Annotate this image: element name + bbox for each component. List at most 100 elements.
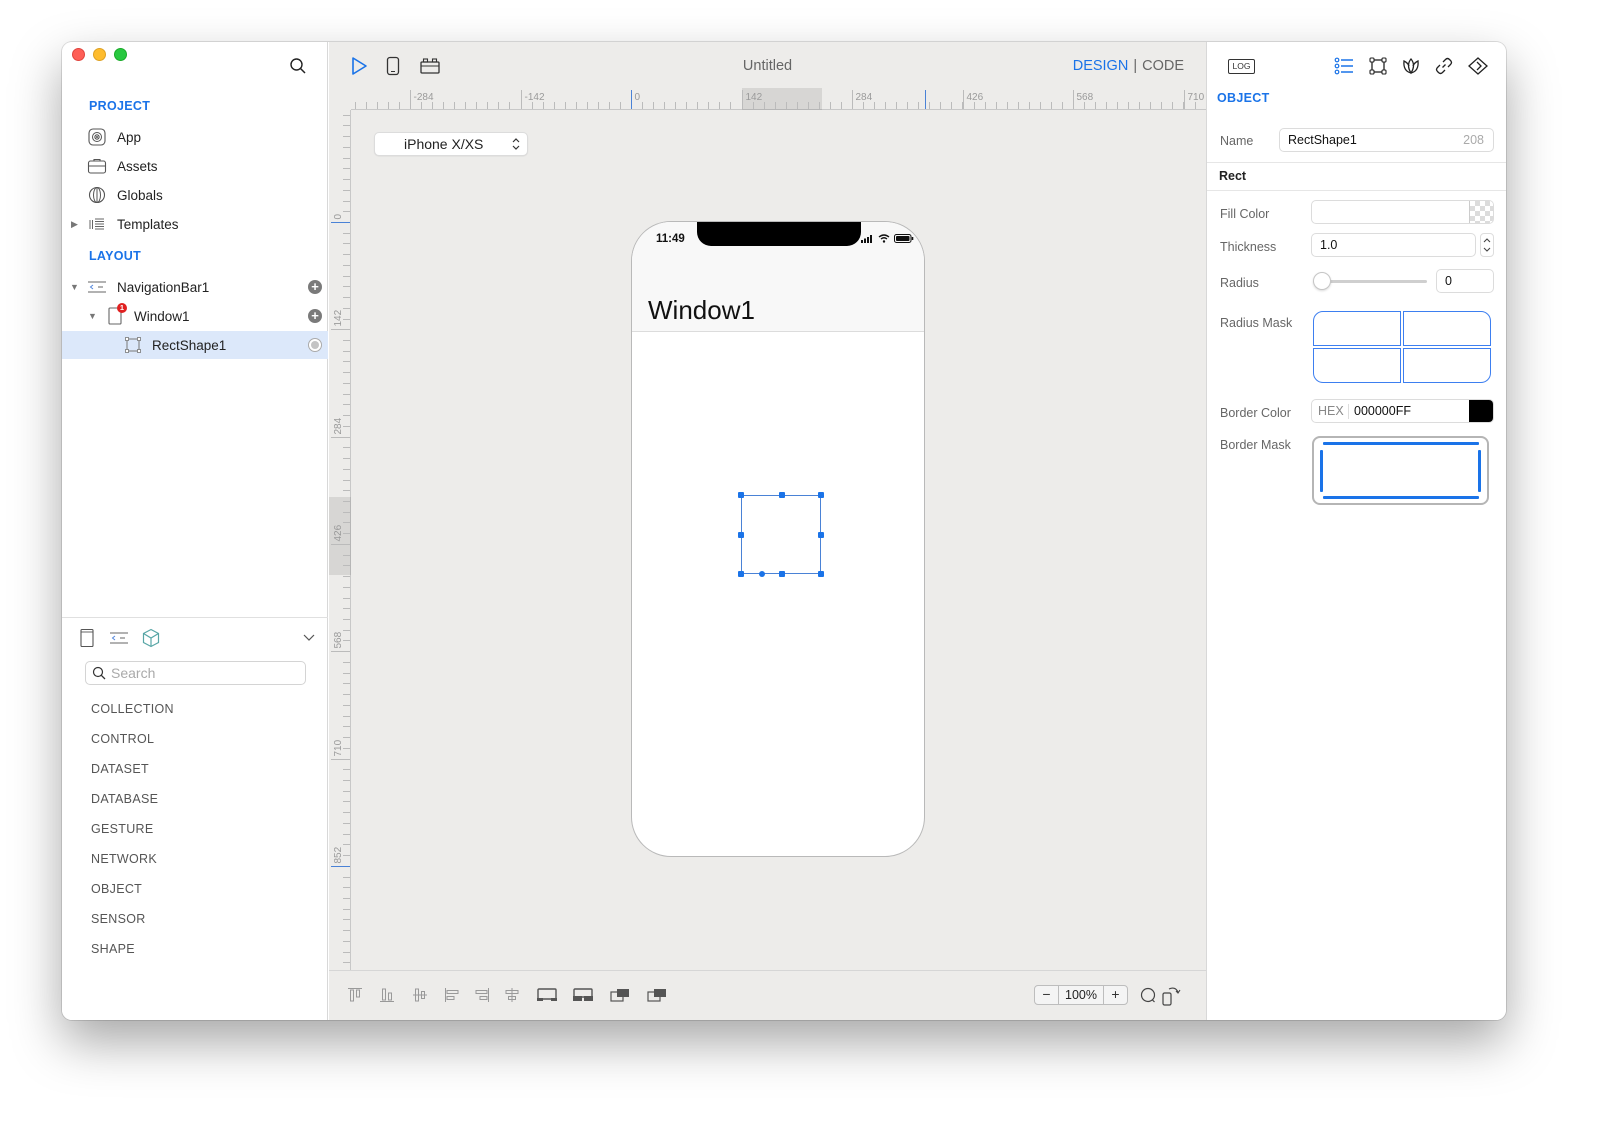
resize-handle-left[interactable] [738,532,744,538]
zoom-in-button[interactable]: + [1104,986,1127,1004]
border-mask-bottom[interactable] [1323,496,1479,499]
border-color-input[interactable] [1354,404,1464,418]
align-right-button[interactable] [472,985,492,1005]
color-format-label[interactable]: HEX [1318,404,1344,418]
close-window-button[interactable] [72,48,85,61]
thickness-field[interactable] [1311,233,1476,257]
search-icon [290,58,306,74]
resize-handle-top-left[interactable] [738,492,744,498]
inspector-tab-frame[interactable] [1367,55,1389,77]
sidebar-search-button[interactable] [288,56,308,76]
library-category-collection[interactable]: COLLECTION [91,702,174,716]
name-field[interactable]: 208 [1279,128,1494,152]
fill-color-swatch[interactable] [1469,201,1493,223]
code-mode-button[interactable]: CODE [1142,58,1184,74]
thickness-input[interactable] [1320,238,1475,252]
ruler-label: 568 [1077,92,1094,103]
send-to-back-button[interactable] [645,985,669,1005]
bring-to-front-button[interactable] [571,985,595,1005]
sidebar-item-globals[interactable]: Globals [62,181,328,209]
zoom-window-button[interactable] [114,48,127,61]
sidebar-item-label: App [117,129,142,145]
library-category-control[interactable]: CONTROL [91,732,154,746]
radius-mask-bottom-left[interactable] [1313,348,1401,383]
briefcase-icon [87,156,107,176]
log-button[interactable]: LOG [1228,59,1255,74]
horizontal-ruler[interactable]: -284 -142 0 142 284 426 568 710 [300,88,1207,110]
border-mask-top[interactable] [1323,442,1479,445]
align-top-button[interactable] [345,985,365,1005]
layout-item-label: NavigationBar1 [117,279,210,295]
resize-handle-bottom-right[interactable] [818,571,824,577]
layout-item-navigationbar1[interactable]: ▼ NavigationBar1 + [62,273,328,301]
run-button[interactable] [348,55,370,77]
add-child-button[interactable]: + [308,309,322,323]
resize-handle-top-right[interactable] [818,492,824,498]
inspector-tab-style[interactable] [1400,55,1422,77]
sidebar-item-templates[interactable]: ▶ Templates [62,210,328,238]
library-category-database[interactable]: DATABASE [91,792,158,806]
radius-handle[interactable] [759,571,765,577]
inspector-tab-events[interactable] [1467,55,1489,77]
inspector-tab-properties[interactable] [1333,55,1355,77]
border-color-field[interactable]: HEX [1311,399,1494,423]
library-tab-objects[interactable] [140,627,162,649]
rect-shape-selection[interactable] [738,492,824,577]
align-vertical-center-button[interactable] [410,985,430,1005]
border-mask-right[interactable] [1478,450,1481,492]
radius-field[interactable] [1436,269,1494,293]
resize-handle-right[interactable] [818,532,824,538]
layout-item-window1[interactable]: ▼ 1 Window1 + [62,302,328,330]
resize-handle-bottom[interactable] [779,571,785,577]
navigation-bar-preview[interactable]: 11:49 Window1 [632,222,924,332]
library-search-input[interactable] [111,665,291,681]
inspector-tab-connections[interactable] [1433,55,1455,77]
comment-button[interactable] [1138,985,1158,1005]
rotate-device-button[interactable] [1161,985,1181,1006]
library-tab-bars[interactable] [108,627,130,649]
device-selector[interactable]: iPhone X/XS [374,132,528,156]
radius-slider-knob[interactable] [1313,272,1331,290]
fill-color-field[interactable] [1311,200,1494,224]
border-color-swatch[interactable] [1469,400,1493,422]
library-category-gesture[interactable]: GESTURE [91,822,154,836]
library-tab-windows[interactable] [76,627,98,649]
disclosure-down-icon[interactable]: ▼ [70,282,80,292]
disclosure-right-icon[interactable]: ▶ [71,219,81,229]
layout-item-rectshape1[interactable]: RectShape1 [62,331,328,359]
bring-forward-button[interactable] [535,985,559,1005]
add-child-button[interactable]: + [308,280,322,294]
component-library: COLLECTION CONTROL DATASET DATABASE GEST… [62,617,328,1020]
send-backward-button[interactable] [608,985,632,1005]
build-button[interactable] [419,55,441,77]
design-mode-button[interactable]: DESIGN [1073,58,1129,74]
zoom-level[interactable]: 100% [1058,986,1104,1004]
sidebar-item-app[interactable]: App [62,123,328,151]
radius-mask-bottom-right[interactable] [1403,348,1491,383]
library-category-sensor[interactable]: SENSOR [91,912,146,926]
minimize-window-button[interactable] [93,48,106,61]
vertical-ruler[interactable]: 0 142 284 426 568 710 852 [329,110,351,970]
disclosure-down-icon[interactable]: ▼ [88,311,98,321]
sidebar-item-assets[interactable]: Assets [62,152,328,180]
library-category-shape[interactable]: SHAPE [91,942,135,956]
library-search-field[interactable] [85,661,306,685]
device-preview-button[interactable] [382,55,404,77]
library-category-object[interactable]: OBJECT [91,882,142,896]
align-horizontal-center-button[interactable] [502,985,522,1005]
resize-handle-bottom-left[interactable] [738,571,744,577]
library-category-dataset[interactable]: DATASET [91,762,149,776]
border-mask-left[interactable] [1320,450,1323,492]
resize-handle-top[interactable] [779,492,785,498]
radius-mask-top-right[interactable] [1403,311,1491,346]
wifi-icon [878,234,890,243]
select-radio-button[interactable] [308,338,322,352]
zoom-out-button[interactable]: − [1035,986,1058,1004]
library-category-network[interactable]: NETWORK [91,852,157,866]
thickness-stepper[interactable] [1480,233,1494,257]
radius-input[interactable] [1445,274,1493,288]
align-bottom-button[interactable] [377,985,397,1005]
radius-mask-top-left[interactable] [1313,311,1401,346]
align-left-button[interactable] [442,985,462,1005]
collapse-library-button[interactable] [302,630,316,644]
